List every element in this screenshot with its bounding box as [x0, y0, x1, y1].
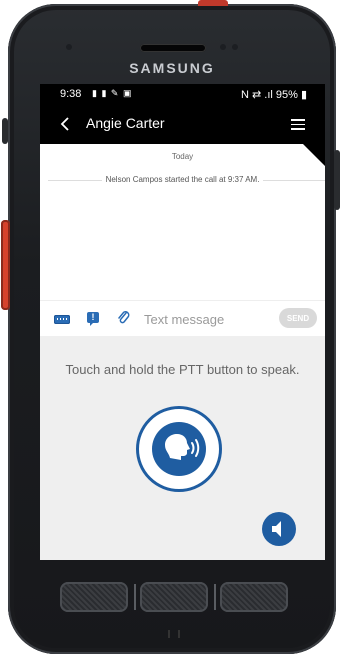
ptt-button[interactable] — [136, 406, 222, 492]
ptt-panel: Touch and hold the PTT button to speak. — [40, 336, 325, 560]
send-button[interactable]: SEND — [279, 308, 317, 328]
sensor-icon — [232, 44, 238, 50]
keyboard-icon[interactable] — [54, 315, 70, 324]
back-key[interactable] — [220, 582, 288, 612]
notification-icons: ▮ ▮ ✎ ▣ — [92, 88, 133, 98]
home-key[interactable] — [140, 582, 208, 612]
speaker-icon[interactable] — [262, 512, 296, 546]
alert-icon[interactable]: ! — [87, 312, 99, 326]
power-button — [334, 150, 340, 210]
menu-icon[interactable] — [291, 119, 305, 130]
earpiece — [140, 44, 206, 52]
back-arrow-icon[interactable] — [58, 114, 72, 134]
chat-area: Today Nelson Campos started the call at … — [40, 144, 325, 300]
paperclip-icon[interactable] — [117, 310, 131, 326]
sensor-icon — [220, 44, 226, 50]
recent-apps-key[interactable] — [60, 582, 128, 612]
bottom-notch — [168, 630, 180, 638]
top-button — [198, 0, 228, 6]
hardware-keys — [60, 582, 288, 612]
ptt-hint: Touch and hold the PTT button to speak. — [65, 362, 300, 377]
hardware-ptt-button — [1, 220, 10, 310]
status-bar: 9:38 ▮ ▮ ✎ ▣ N ⇄ .ıl 95% ▮ — [40, 84, 325, 106]
speaking-head-icon — [152, 422, 206, 476]
sensor-icon — [66, 44, 72, 50]
message-input[interactable] — [144, 310, 270, 328]
system-message-text: Nelson Campos started the call at 9:37 A… — [101, 175, 264, 184]
screen: 9:38 ▮ ▮ ✎ ▣ N ⇄ .ıl 95% ▮ Angie Carter … — [40, 84, 325, 560]
system-message: Nelson Campos started the call at 9:37 A… — [40, 174, 325, 186]
status-time: 9:38 — [60, 88, 82, 100]
system-indicators: N ⇄ .ıl 95% ▮ — [240, 89, 307, 101]
date-separator: Today — [171, 152, 194, 161]
volume-button — [2, 118, 8, 144]
message-composer: ! SEND — [40, 300, 325, 338]
brand-logo: SAMSUNG — [129, 60, 215, 76]
contact-name: Angie Carter — [86, 115, 165, 131]
app-bar: Angie Carter — [40, 106, 325, 144]
